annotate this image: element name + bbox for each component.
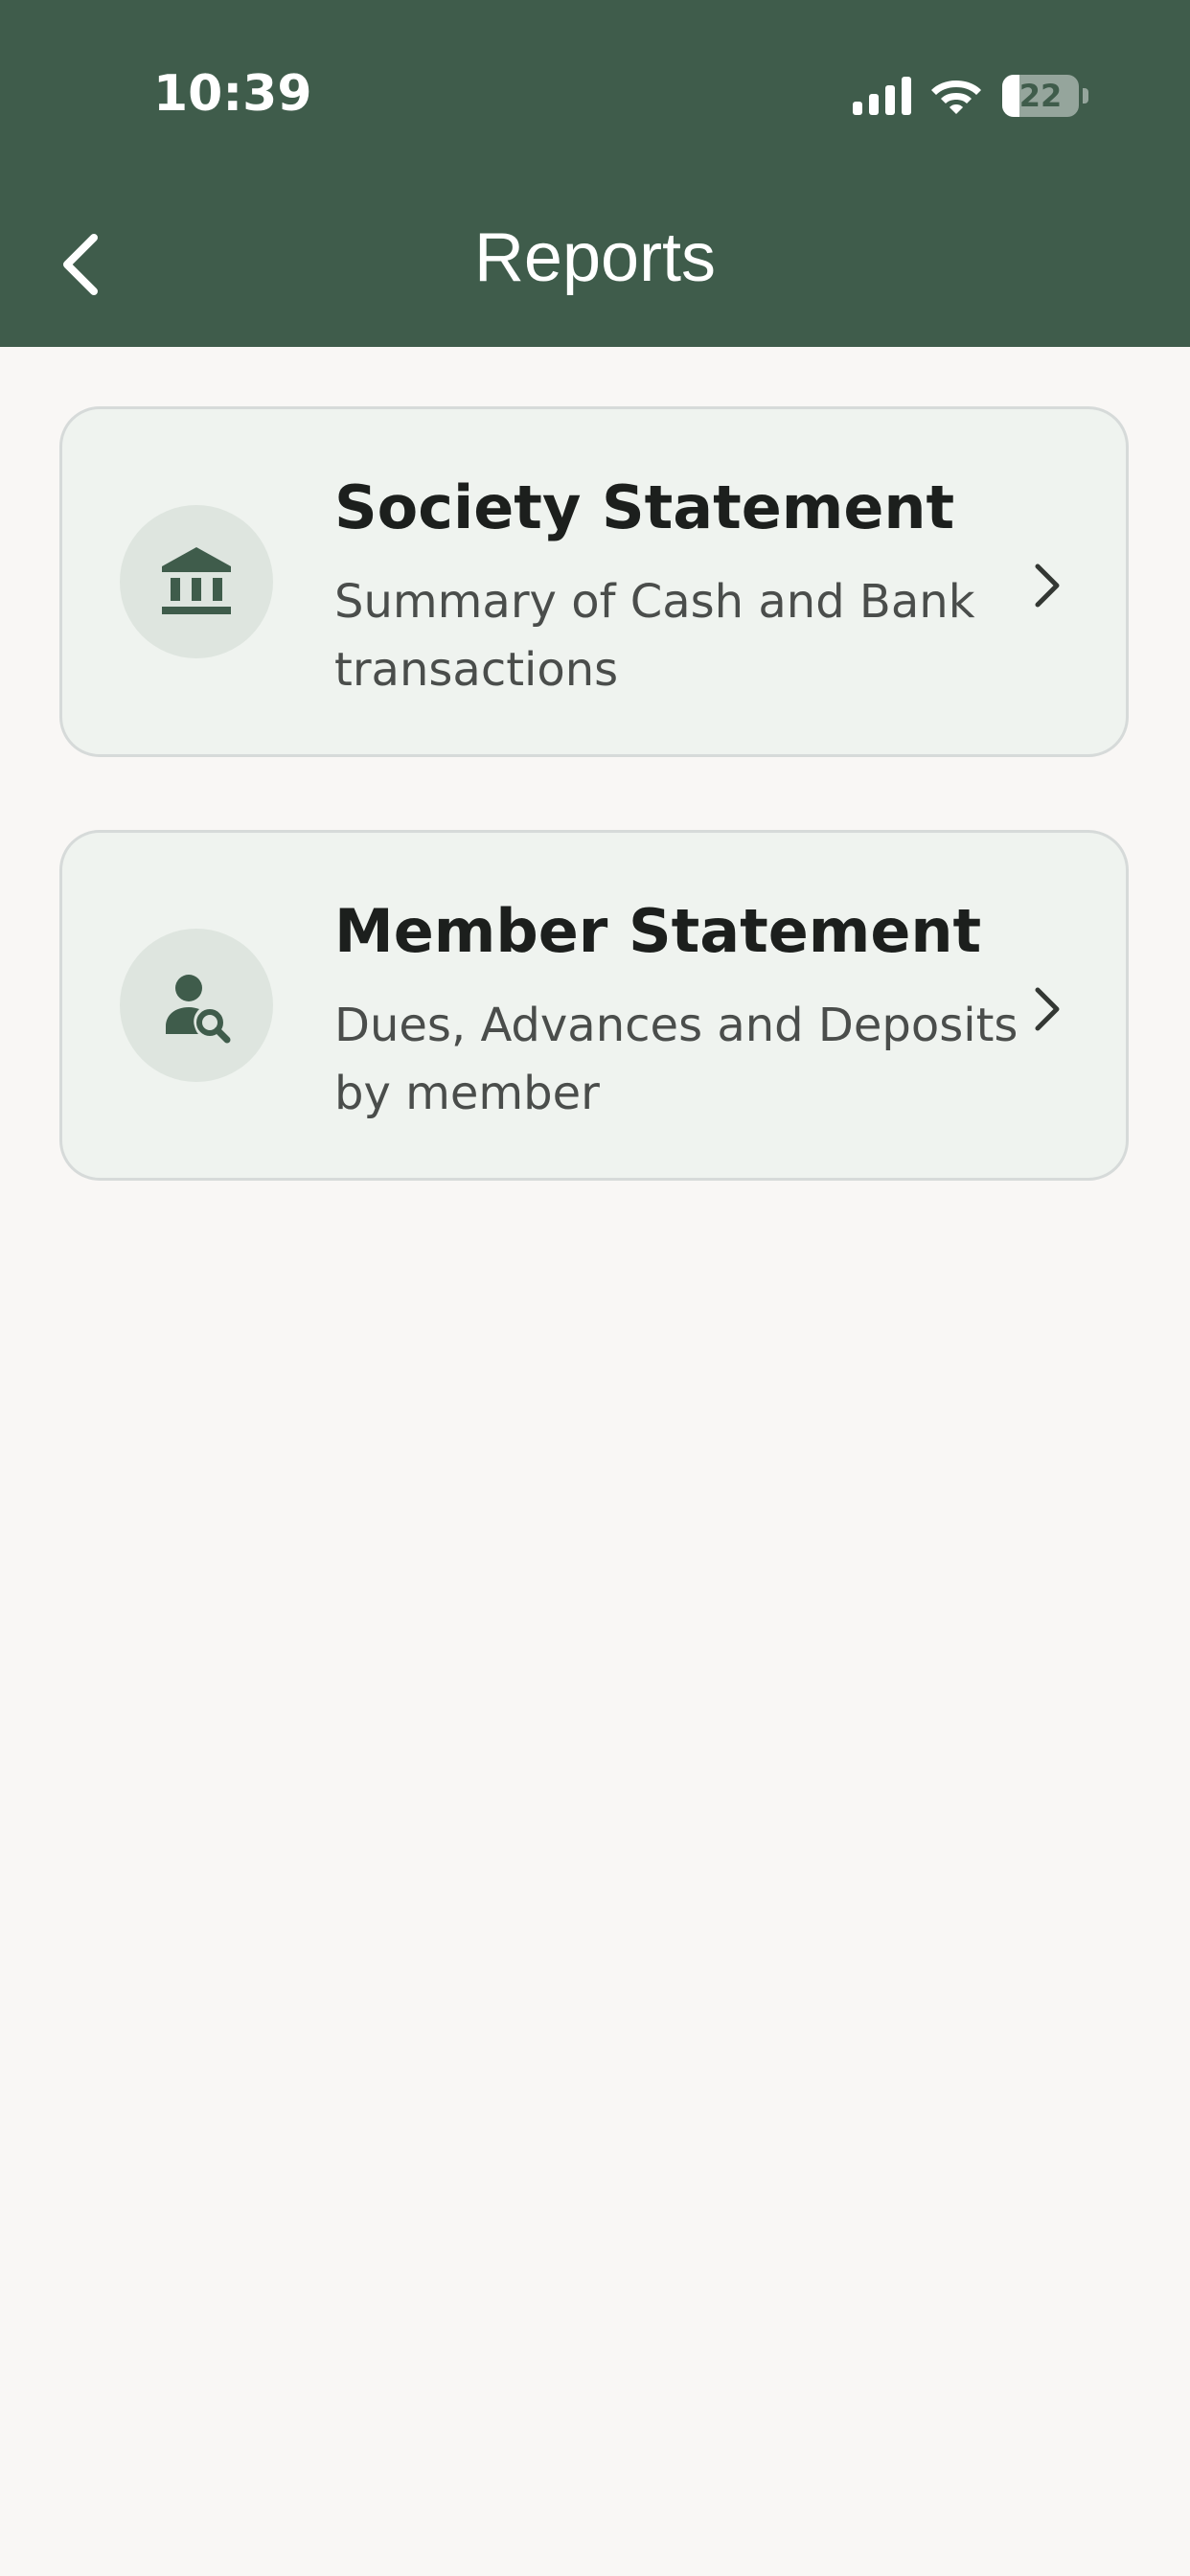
card-description: Dues, Advances and Deposits by member: [334, 999, 1018, 1120]
icon-circle: [120, 505, 273, 658]
member-statement-card[interactable]: Member Statement Dues, Advances and Depo…: [59, 830, 1129, 1181]
chevron-right-icon: [1035, 564, 1060, 608]
app-header: 10:39 22 Reports: [0, 0, 1190, 347]
status-time: 10:39: [153, 65, 312, 123]
battery-icon: 22: [1002, 75, 1088, 117]
bank-icon: [162, 547, 231, 614]
card-title: Member Statement: [334, 896, 982, 966]
person-search-icon: [166, 975, 231, 1044]
icon-circle: [120, 929, 273, 1082]
battery-level: 22: [1018, 78, 1063, 114]
card-title: Society Statement: [334, 472, 955, 542]
society-statement-card[interactable]: Society Statement Summary of Cash and Ba…: [59, 406, 1129, 757]
cellular-signal-icon: [853, 77, 911, 115]
page-title: Reports: [473, 219, 717, 296]
card-description: Summary of Cash and Bank transactions: [334, 575, 975, 697]
chevron-right-icon: [1035, 987, 1060, 1031]
wifi-icon: [931, 80, 981, 114]
